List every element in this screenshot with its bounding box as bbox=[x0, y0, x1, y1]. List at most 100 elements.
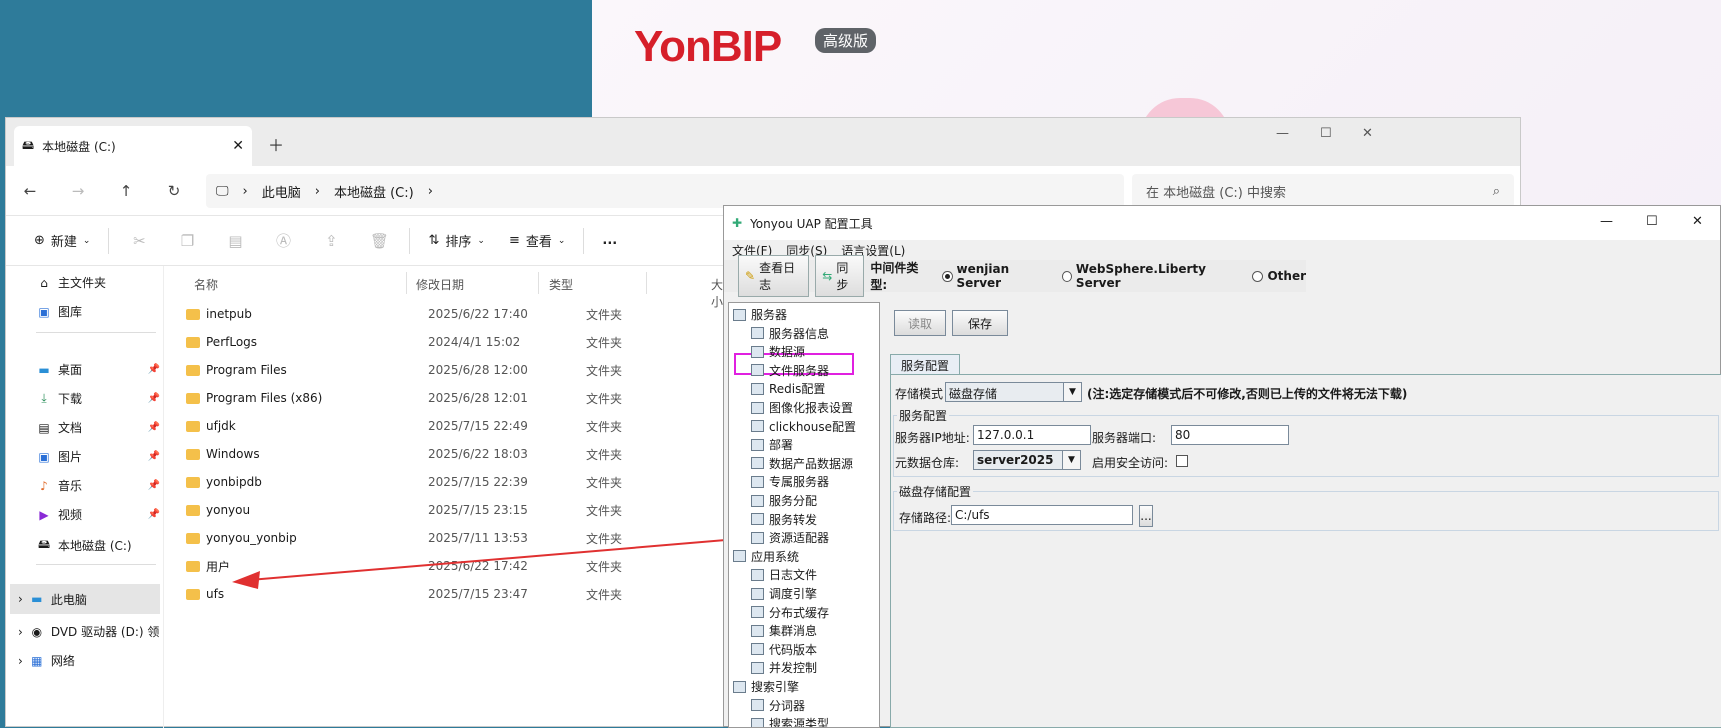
share-icon[interactable]: ⇪ bbox=[307, 232, 355, 250]
drive-icon: 🖴 bbox=[37, 537, 51, 551]
read-button[interactable]: 读取 bbox=[894, 310, 946, 336]
minimize-icon[interactable]: — bbox=[1600, 214, 1613, 229]
document-icon: ▤ bbox=[38, 420, 50, 435]
tree-item[interactable]: 并发控制 bbox=[751, 659, 817, 676]
tree-item[interactable]: 专属服务器 bbox=[751, 473, 829, 490]
table-row[interactable]: yonyou_yonbip 2025/7/11 13:53 文件夹 bbox=[186, 526, 716, 550]
tree-item[interactable]: 分布式缓存 bbox=[751, 604, 829, 621]
column-type[interactable]: 类型 bbox=[549, 276, 573, 293]
tree-item[interactable]: 日志文件 bbox=[751, 566, 817, 583]
table-row[interactable]: Program Files 2025/6/28 12:00 文件夹 bbox=[186, 358, 716, 382]
table-row[interactable]: Windows 2025/6/22 18:03 文件夹 bbox=[186, 442, 716, 466]
sidebar-item-desktop[interactable]: ▬ 桌面 📌 bbox=[36, 361, 160, 378]
radio-other[interactable]: Other bbox=[1252, 269, 1306, 283]
table-row[interactable]: 用户 2025/6/22 17:42 文件夹 bbox=[186, 554, 716, 578]
rename-icon[interactable]: Ⓐ bbox=[259, 230, 307, 251]
table-row[interactable]: ufs 2025/7/15 23:47 文件夹 bbox=[186, 582, 716, 606]
config-titlebar: ✚ Yonyou UAP 配置工具 — ☐ ✕ bbox=[724, 206, 1720, 240]
tree-item[interactable]: 数据产品数据源 bbox=[751, 455, 853, 472]
radio-websphere[interactable]: WebSphere.Liberty Server bbox=[1061, 262, 1241, 290]
search-input[interactable]: 在 本地磁盘 (C:) 中搜索 ⌕ bbox=[1132, 174, 1514, 208]
folder-icon bbox=[186, 560, 200, 572]
back-icon[interactable]: ← bbox=[6, 182, 54, 200]
tree-item[interactable]: 文件服务器 bbox=[751, 362, 829, 379]
new-tab-icon[interactable]: ＋ bbox=[268, 132, 284, 156]
close-window-icon[interactable]: ✕ bbox=[1692, 214, 1703, 229]
sidebar-item-dvd[interactable]: › ◉ DVD 驱动器 (D:) 领 bbox=[18, 623, 166, 640]
breadcrumb-this-pc[interactable]: 此电脑 bbox=[262, 182, 301, 201]
browse-button[interactable]: ... bbox=[1139, 505, 1153, 527]
path-input[interactable]: C:/ufs bbox=[951, 505, 1133, 525]
sidebar-item-music[interactable]: ♪ 音乐 📌 bbox=[36, 477, 160, 494]
new-button[interactable]: ⊕ 新建 ⌄ bbox=[22, 231, 102, 250]
sidebar-item-network[interactable]: › ▦ 网络 bbox=[18, 652, 142, 669]
save-button[interactable]: 保存 bbox=[952, 310, 1008, 336]
tree-item[interactable]: 应用系统 bbox=[733, 548, 799, 565]
sidebar-item-this-pc[interactable]: › ▬ 此电脑 bbox=[10, 584, 160, 614]
refresh-icon[interactable]: ↻ bbox=[150, 182, 198, 200]
sidebar-item-gallery[interactable]: ▣ 图库 bbox=[36, 303, 160, 320]
column-date[interactable]: 修改日期 bbox=[416, 276, 464, 293]
minimize-icon[interactable]: — bbox=[1276, 126, 1289, 141]
tree-item[interactable]: 服务转发 bbox=[751, 511, 817, 528]
maximize-icon[interactable]: ☐ bbox=[1646, 214, 1658, 229]
tree-item[interactable]: 调度引擎 bbox=[751, 585, 817, 602]
tree-node-icon bbox=[751, 401, 764, 414]
more-button[interactable]: ... bbox=[590, 233, 629, 248]
sidebar-item-home[interactable]: ⌂ 主文件夹 bbox=[36, 274, 160, 291]
table-row[interactable]: PerfLogs 2024/4/1 15:02 文件夹 bbox=[186, 330, 716, 354]
tree-item[interactable]: 代码版本 bbox=[751, 641, 817, 658]
tree-item[interactable]: 数据源 bbox=[751, 343, 805, 360]
tree-item[interactable]: 服务分配 bbox=[751, 492, 817, 509]
tree-item[interactable]: 服务器信息 bbox=[751, 325, 829, 342]
table-row[interactable]: yonbipdb 2025/7/15 22:39 文件夹 bbox=[186, 470, 716, 494]
maximize-icon[interactable]: ☐ bbox=[1320, 126, 1332, 141]
table-row[interactable]: yonyou 2025/7/15 23:15 文件夹 bbox=[186, 498, 716, 522]
copy-icon[interactable]: ❐ bbox=[163, 232, 211, 250]
port-input[interactable]: 80 bbox=[1171, 425, 1289, 445]
view-icon: ≡ bbox=[508, 233, 520, 248]
tab-service-config[interactable]: 服务配置 bbox=[890, 354, 961, 376]
forward-icon[interactable]: → bbox=[54, 182, 102, 200]
breadcrumb-local-disk[interactable]: 本地磁盘 (C:) bbox=[334, 182, 414, 201]
secure-checkbox[interactable] bbox=[1176, 455, 1188, 467]
sidebar-item-local-disk[interactable]: 🖴 本地磁盘 (C:) bbox=[36, 535, 160, 556]
close-window-icon[interactable]: ✕ bbox=[1362, 126, 1373, 141]
tree-item[interactable]: 部署 bbox=[751, 436, 793, 453]
tree-item[interactable]: 集群消息 bbox=[751, 622, 817, 639]
tree-item[interactable]: 搜索源类型 bbox=[751, 715, 829, 727]
up-icon[interactable]: ↑ bbox=[102, 182, 150, 200]
tab-local-disk[interactable]: 🖴 本地磁盘 (C:) ✕ bbox=[14, 126, 252, 166]
paste-icon[interactable]: ▤ bbox=[211, 232, 259, 250]
address-bar[interactable]: 🖵 › 此电脑 › 本地磁盘 (C:) › bbox=[206, 174, 1124, 208]
tree-item[interactable]: 资源适配器 bbox=[751, 529, 829, 546]
storage-mode-select[interactable]: 磁盘存储 ▼ bbox=[945, 382, 1082, 402]
column-name[interactable]: 名称 bbox=[194, 276, 218, 293]
sidebar-item-pictures[interactable]: ▣ 图片 📌 bbox=[36, 448, 160, 465]
tree-item[interactable]: 搜索引擎 bbox=[733, 678, 799, 695]
ip-input[interactable]: 127.0.0.1 bbox=[973, 425, 1091, 445]
tree-item[interactable]: 图像化报表设置 bbox=[751, 399, 853, 416]
table-row[interactable]: ufjdk 2025/7/15 22:49 文件夹 bbox=[186, 414, 716, 438]
table-row[interactable]: inetpub 2025/6/22 17:40 文件夹 bbox=[186, 302, 716, 326]
table-row[interactable]: Program Files (x86) 2025/6/28 12:01 文件夹 bbox=[186, 386, 716, 410]
sync-button[interactable]: ⇆ 同步 bbox=[815, 255, 865, 297]
cut-icon[interactable]: ✂ bbox=[115, 232, 163, 250]
chevron-right-icon: › bbox=[18, 653, 23, 668]
tree-item[interactable]: 服务器 bbox=[733, 306, 787, 323]
delete-icon[interactable]: 🗑 bbox=[355, 232, 403, 250]
sidebar-item-videos[interactable]: ▶ 视频 📌 bbox=[36, 506, 160, 523]
sort-button[interactable]: ⇅ 排序 ⌄ bbox=[416, 231, 496, 250]
disk-config-legend: 磁盘存储配置 bbox=[897, 483, 974, 500]
view-log-button[interactable]: ✎ 查看日志 bbox=[738, 255, 810, 297]
sidebar-item-documents[interactable]: ▤ 文档 📌 bbox=[36, 419, 160, 436]
meta-select[interactable]: server2025 ▼ bbox=[973, 450, 1081, 470]
radio-wenjian[interactable]: wenjian Server bbox=[942, 262, 1049, 290]
sidebar-item-downloads[interactable]: ⤓ 下载 📌 bbox=[36, 390, 160, 407]
storage-note: (注:选定存储模式后不可修改,否则已上传的文件将无法下载) bbox=[1087, 387, 1408, 401]
tree-item[interactable]: clickhouse配置 bbox=[751, 418, 856, 435]
view-button[interactable]: ≡ 查看 ⌄ bbox=[497, 231, 577, 250]
tree-item[interactable]: Redis配置 bbox=[751, 380, 825, 397]
tree-item[interactable]: 分词器 bbox=[751, 697, 805, 714]
close-tab-icon[interactable]: ✕ bbox=[232, 138, 244, 154]
